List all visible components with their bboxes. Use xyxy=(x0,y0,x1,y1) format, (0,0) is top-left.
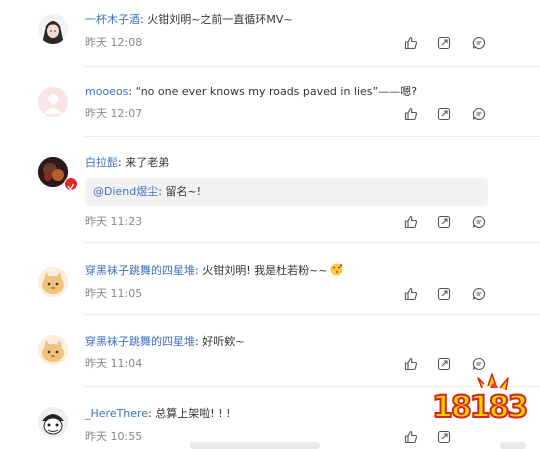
comment-icon[interactable] xyxy=(472,107,486,121)
comment-item: 白拉髭: 来了老弟 @Diend煜尘: 留名~! 昨天 11:23 xyxy=(0,137,540,239)
like-icon[interactable] xyxy=(404,107,418,121)
comment-icon[interactable] xyxy=(472,357,486,371)
username-link[interactable]: 白拉髭 xyxy=(85,156,118,169)
comment-line: 一杯木子酒: 火钳刘明~之前一直循环MV~ xyxy=(85,12,293,27)
comment-line: _HereThere: 总算上架啦! ! ! xyxy=(85,406,231,421)
quoted-comment: @Diend煜尘: 留名~! xyxy=(85,178,488,206)
comment-item: 穿黑袜子跳舞的四星堆: 火钳刘明! 我是杜若粉~~ 昨天 11:05 xyxy=(0,243,540,313)
quoted-line: @Diend煜尘: 留名~! xyxy=(93,185,201,199)
logo-text: 18183 xyxy=(431,389,529,426)
comment-item: 一杯木子酒: 火钳刘明~之前一直循环MV~ 昨天 12:08 xyxy=(0,0,540,66)
share-icon[interactable] xyxy=(437,357,451,371)
like-icon[interactable] xyxy=(404,430,418,444)
quoted-username-link[interactable]: @Diend煜尘 xyxy=(93,185,158,198)
share-icon[interactable] xyxy=(437,36,451,50)
username-link[interactable]: 穿黑袜子跳舞的四星堆 xyxy=(85,264,195,277)
like-icon[interactable] xyxy=(404,357,418,371)
username-link[interactable]: _HereThere xyxy=(85,407,148,420)
bottom-toolbar-right xyxy=(500,442,526,449)
kiss-emoji-icon xyxy=(330,263,343,276)
avatar[interactable] xyxy=(38,14,68,44)
share-icon[interactable] xyxy=(437,107,451,121)
comment-text: : 火钳刘明! 我是杜若粉~~ xyxy=(195,264,328,277)
avatar[interactable] xyxy=(38,335,68,365)
verified-badge-icon xyxy=(64,177,78,191)
like-icon[interactable] xyxy=(404,215,418,229)
comment-icon[interactable] xyxy=(472,215,486,229)
like-icon[interactable] xyxy=(404,287,418,301)
comment-item: mooeos: “no one ever knows my roads pave… xyxy=(0,67,540,131)
comment-text: : 好听欸~ xyxy=(195,335,245,348)
comment-line: 白拉髭: 来了老弟 xyxy=(85,155,169,170)
comment-text: : 总算上架啦! ! ! xyxy=(148,407,231,420)
share-icon[interactable] xyxy=(437,287,451,301)
site-logo: 18183 xyxy=(430,372,530,442)
comment-icon[interactable] xyxy=(472,287,486,301)
avatar[interactable] xyxy=(38,407,68,437)
comment-line: 穿黑袜子跳舞的四星堆: 好听欸~ xyxy=(85,334,244,349)
comment-line: mooeos: “no one ever knows my roads pave… xyxy=(85,84,417,99)
comment-time: 昨天 11:04 xyxy=(85,357,143,370)
comment-time: 昨天 11:05 xyxy=(85,287,143,300)
like-icon[interactable] xyxy=(404,36,418,50)
comment-line: 穿黑袜子跳舞的四星堆: 火钳刘明! 我是杜若粉~~ xyxy=(85,263,343,278)
username-link[interactable]: 一杯木子酒 xyxy=(85,13,140,26)
username-link[interactable]: 穿黑袜子跳舞的四星堆 xyxy=(85,335,195,348)
comment-text: : “no one ever knows my roads paved in l… xyxy=(128,85,418,98)
comment-text: : 来了老弟 xyxy=(118,156,170,169)
comment-text: : 火钳刘明~之前一直循环MV~ xyxy=(140,13,293,26)
comment-time: 昨天 12:08 xyxy=(85,36,143,49)
comment-time: 昨天 11:23 xyxy=(85,215,143,228)
avatar[interactable] xyxy=(38,87,68,117)
username-link[interactable]: mooeos xyxy=(85,85,128,98)
comment-time: 昨天 10:55 xyxy=(85,430,143,443)
bottom-toolbar xyxy=(190,442,320,449)
comment-time: 昨天 12:07 xyxy=(85,107,143,120)
quoted-text: : 留名~! xyxy=(158,185,202,198)
share-icon[interactable] xyxy=(437,215,451,229)
avatar[interactable] xyxy=(38,267,68,297)
comment-icon[interactable] xyxy=(472,36,486,50)
